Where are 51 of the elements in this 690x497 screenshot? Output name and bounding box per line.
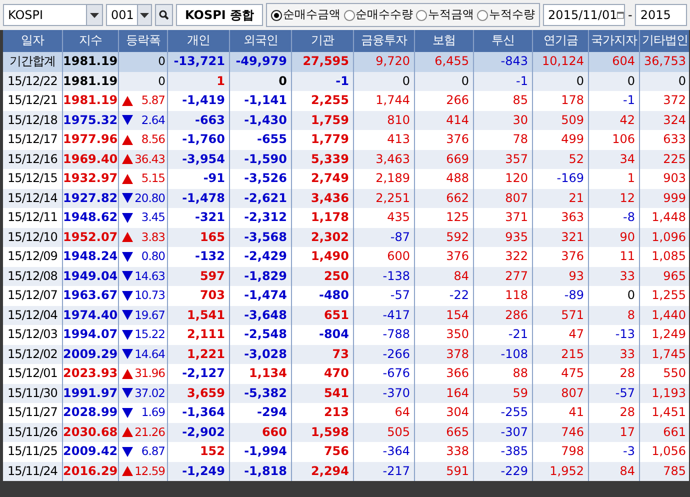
change-cell-text: 12.59: [134, 462, 165, 480]
change-cell-text: 15.22: [134, 326, 165, 343]
value-cell: 785: [640, 462, 690, 481]
value-cell: -217: [354, 462, 415, 481]
change-cell-text: 20.80: [134, 190, 165, 206]
mode-label[interactable]: 순매수수량: [356, 6, 414, 24]
radio-button[interactable]: [477, 10, 488, 20]
change-cell-text: 19.67: [134, 306, 165, 324]
mode-label[interactable]: 누적금액: [428, 6, 474, 24]
change-cell-text: 5.15: [141, 170, 165, 187]
code-combobox[interactable]: 001: [106, 4, 152, 26]
radio-button[interactable]: [416, 10, 428, 20]
change-cell-text: 0: [158, 53, 165, 70]
change-cell-text: 0: [158, 72, 165, 90]
change-cell-text: 21.26: [134, 424, 165, 440]
mode-label[interactable]: 누적수량: [489, 6, 536, 24]
mode-label[interactable]: 순매수금액: [283, 6, 341, 24]
date-cell: 15/11/24: [3, 462, 63, 481]
change-cell-text: 10.73: [134, 287, 165, 304]
value-cell: -229: [474, 462, 533, 481]
change-cell-text: 31.96: [134, 365, 165, 382]
start-date-field[interactable]: 2015/11/01: [543, 4, 626, 26]
radio-button[interactable]: [271, 10, 282, 20]
market-dropdown[interactable]: KOSPI: [3, 4, 103, 26]
value-cell: 591: [415, 462, 474, 481]
change-cell-text: 36.43: [134, 150, 165, 168]
value-cell: 84: [589, 462, 640, 481]
change-cell-text: 37.02: [134, 384, 165, 402]
radio-button[interactable]: [344, 10, 355, 20]
change-cell-text: 5.87: [141, 92, 165, 109]
end-date-field[interactable]: 2015: [635, 4, 687, 26]
change-cell-text: 6.87: [141, 443, 165, 460]
change-cell-text: 8.56: [141, 131, 165, 148]
date-separator: -: [628, 7, 632, 24]
value-cell: 1,952: [533, 462, 589, 481]
change-cell-text: 14.64: [134, 346, 165, 362]
search-button[interactable]: [155, 4, 173, 26]
change-cell-text: 1.69: [141, 404, 165, 421]
change-cell-text: 0.80: [141, 248, 165, 265]
change-cell-text: 3.83: [141, 228, 165, 246]
change-cell-text: 2.64: [141, 112, 165, 128]
change-cell-text: 14.63: [134, 268, 165, 284]
value-cell: 2,294: [292, 462, 354, 481]
search-icon: [159, 10, 169, 20]
value-cell: -1,818: [230, 462, 292, 481]
index-cell: 2016.29: [63, 462, 119, 481]
index-name: KOSPI 종합: [176, 4, 264, 26]
change-cell-text: 3.45: [141, 209, 165, 226]
caret-icon: [140, 12, 149, 18]
value-cell: -1,249: [168, 462, 230, 481]
caret-icon: [90, 12, 99, 18]
